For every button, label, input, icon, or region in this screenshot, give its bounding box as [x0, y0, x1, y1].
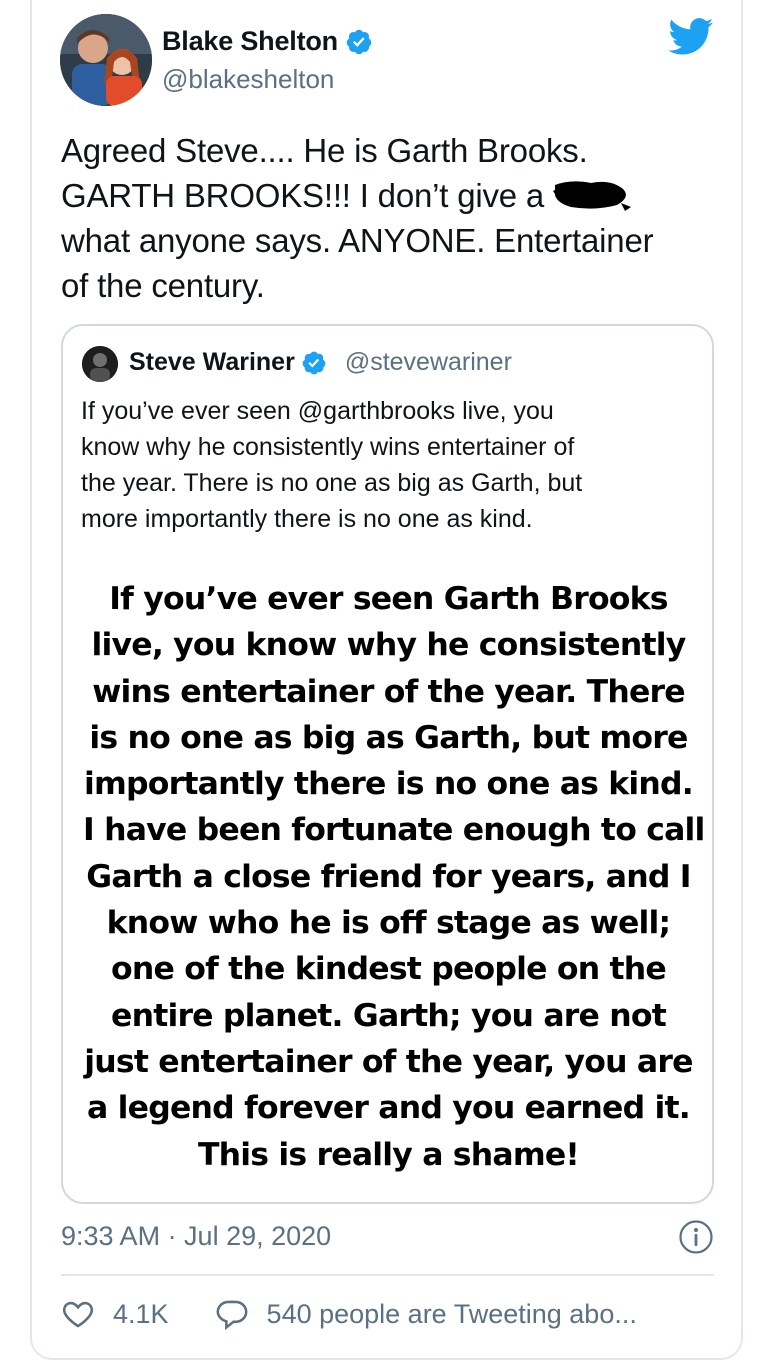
quoted-text-line: the year. There is no one as big as Gart…	[81, 469, 583, 497]
image-text-line: wins entertainer of the year. There	[92, 673, 685, 710]
author-avatar[interactable]	[60, 14, 152, 106]
image-text-line: I have been fortunate enough to call	[83, 812, 705, 849]
divider	[61, 1274, 714, 1276]
verified-badge-icon	[302, 351, 326, 374]
author-handle[interactable]: @blakeshelton	[162, 64, 334, 95]
tweet-actions: 4.1K 540 people are Tweeting abo...	[61, 1294, 637, 1334]
author-name-row[interactable]: Blake Shelton	[162, 26, 373, 57]
quoted-tweet[interactable]: Steve Wariner @stevewariner If you’ve ev…	[61, 324, 714, 1204]
heart-icon	[62, 1301, 94, 1328]
quoted-image-text[interactable]: If you’ve ever seen Garth Brooks live, y…	[83, 576, 705, 1178]
image-text-line: Garth a close friend for years, and I	[86, 858, 691, 895]
like-count: 4.1K	[113, 1298, 169, 1329]
speech-bubble-icon	[216, 1300, 247, 1331]
image-text-line: just entertainer of the year, you are	[84, 1043, 693, 1080]
image-text-line: If you’ve ever seen Garth Brooks	[109, 581, 668, 617]
quoted-author-name[interactable]: Steve Wariner	[129, 348, 295, 377]
redaction-scribble	[553, 181, 632, 211]
tweet-text-line: GARTH BROOKS!!! I don’t give a	[61, 173, 721, 218]
quoted-tweet-text: If you’ve ever seen @garthbrooks live, y…	[81, 393, 691, 537]
image-text-line: live, you know why he consistently	[91, 627, 687, 664]
quoted-author-row[interactable]: Steve Wariner @stevewariner	[129, 348, 512, 377]
like-button[interactable]: 4.1K	[61, 1297, 169, 1331]
author-name[interactable]: Blake Shelton	[162, 26, 338, 57]
verified-badge-icon	[346, 29, 372, 54]
image-text-line: entire planet. Garth; you are not	[111, 997, 667, 1034]
tweet-text-line: what anyone says. ANYONE. Entertainer	[61, 222, 654, 259]
quoted-author-avatar[interactable]	[82, 346, 118, 382]
image-text-line: know who he is off stage as well;	[106, 905, 671, 942]
tweet-text-line: of the century.	[61, 267, 265, 304]
tweet-timestamp[interactable]: 9:33 AM · Jul 29, 2020	[61, 1221, 331, 1252]
tweet-text-segment: GARTH BROOKS!!! I don’t give a	[61, 177, 554, 214]
quoted-text-line: If you’ve ever seen @garthbrooks live, y…	[81, 397, 554, 425]
info-icon[interactable]	[678, 1219, 714, 1255]
quoted-text-line: know why he consistently wins entertaine…	[81, 433, 575, 461]
conversation-label: 540 people are Tweeting abo...	[266, 1298, 637, 1329]
twitter-bird-icon[interactable]	[668, 18, 714, 56]
image-text-line: is no one as big as Garth, but more	[89, 719, 688, 756]
quoted-text-line: more importantly there is no one as kind…	[81, 505, 533, 533]
conversation-button[interactable]: 540 people are Tweeting abo...	[215, 1297, 637, 1331]
tweet-text-line: Agreed Steve.... He is Garth Brooks.	[61, 132, 588, 169]
image-text-line: importantly there is no one as kind.	[84, 766, 694, 803]
image-text-line: one of the kindest people on the	[111, 951, 667, 988]
tweet-text: Agreed Steve.... He is Garth Brooks. GAR…	[61, 128, 721, 308]
image-text-line: This is really a shame!	[198, 1136, 580, 1173]
image-text-line: a legend forever and you earned it.	[87, 1090, 691, 1127]
quoted-author-handle[interactable]: @stevewariner	[345, 348, 512, 377]
